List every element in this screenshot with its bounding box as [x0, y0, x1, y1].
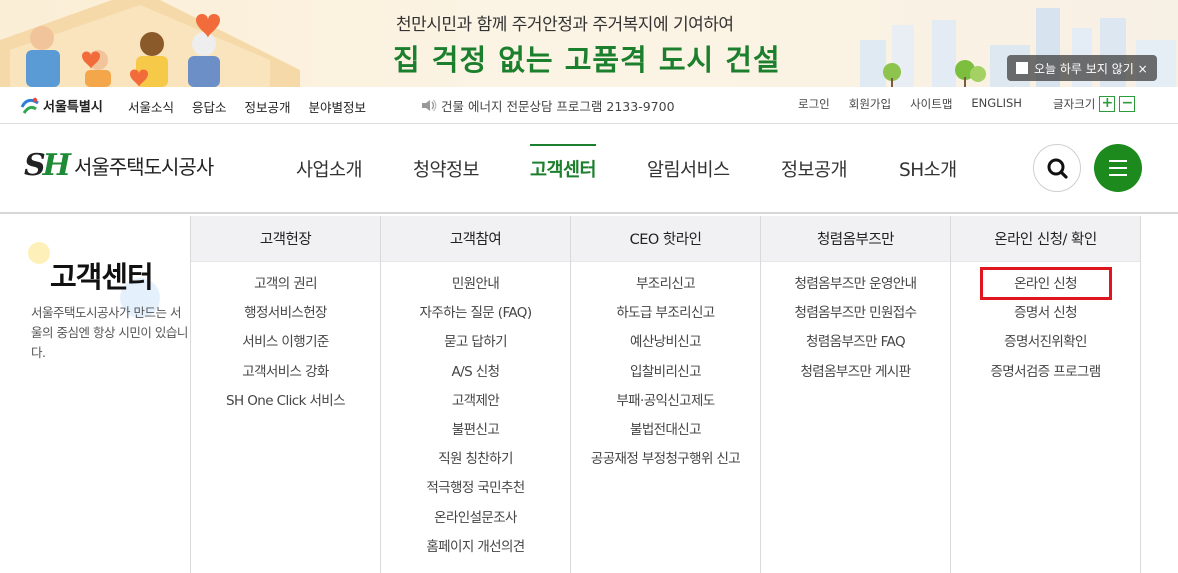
section-title: 고객센터: [50, 260, 154, 294]
menu-item[interactable]: 고객의 권리: [191, 275, 380, 304]
english-link[interactable]: ENGLISH: [971, 96, 1022, 112]
font-size-control: 글자크기 + −: [1053, 96, 1136, 112]
nav-sh-about[interactable]: SH소개: [899, 156, 957, 182]
menu-column-participation: 고객참여 민원안내 자주하는 질문 (FAQ) 묻고 답하기 A/S 신청 고객…: [380, 216, 570, 573]
sitemap-link[interactable]: 사이트맵: [910, 96, 952, 112]
column-divider: [1140, 216, 1141, 573]
sh-logo[interactable]: SH 서울주택도시공사: [24, 148, 214, 183]
all-menu-button[interactable]: [1094, 144, 1142, 192]
menu-item[interactable]: 청렴옴부즈만 FAQ: [761, 333, 950, 362]
close-today-button[interactable]: 오늘 하루 보지 않기 ×: [1007, 55, 1157, 81]
menu-item[interactable]: 적극행정 국민추천: [381, 479, 570, 508]
menu-item[interactable]: 온라인설문조사: [381, 509, 570, 538]
sh-logo-name: 서울주택도시공사: [74, 155, 214, 179]
highlight-box: 온라인 신청: [979, 267, 1112, 300]
search-icon: [1047, 158, 1068, 179]
column-heading[interactable]: 고객참여: [381, 216, 570, 262]
font-size-label: 글자크기: [1053, 97, 1096, 111]
menu-item[interactable]: 행정서비스헌장: [191, 304, 380, 333]
menu-item[interactable]: 홈페이지 개선의견: [381, 538, 570, 567]
nav-customer-center[interactable]: 고객센터: [530, 144, 597, 182]
seoul-logo-label: 서울특별시: [43, 100, 103, 115]
menu-item[interactable]: 서비스 이행기준: [191, 333, 380, 362]
nav-notification[interactable]: 알림서비스: [647, 156, 730, 182]
search-button[interactable]: [1033, 144, 1081, 192]
mega-menu: 고객헌장 고객의 권리 행정서비스헌장 서비스 이행기준 고객서비스 강화 SH…: [190, 216, 1141, 573]
login-link[interactable]: 로그인: [798, 96, 830, 112]
link-eungdapso[interactable]: 응답소: [192, 97, 227, 116]
main-header: SH 서울주택도시공사 사업소개 청약정보 고객센터 알림서비스 정보공개 SH…: [0, 124, 1178, 214]
menu-item[interactable]: 직원 칭찬하기: [381, 450, 570, 479]
utility-bar: 서울특별시 서울소식 응답소 정보공개 분야별정보 건물 에너지 전문상담 프로…: [0, 87, 1178, 124]
link-field-info[interactable]: 분야별정보: [309, 97, 367, 116]
banner-subtitle: 천만시민과 함께 주거안정과 주거복지에 기여하여: [396, 15, 734, 35]
menu-column-ombudsman: 청렴옴부즈만 청렴옴부즈만 운영안내 청렴옴부즈만 민원접수 청렴옴부즈만 FA…: [760, 216, 950, 573]
menu-item[interactable]: 불편신고: [381, 421, 570, 450]
nav-info-disclosure[interactable]: 정보공개: [781, 156, 848, 182]
sh-logo-mark: SH: [24, 148, 71, 183]
nav-subscription[interactable]: 청약정보: [413, 156, 480, 182]
menu-item[interactable]: 자주하는 질문 (FAQ): [381, 304, 570, 333]
menu-item[interactable]: 민원안내: [381, 275, 570, 304]
checkbox-icon[interactable]: [1016, 62, 1028, 74]
seoul-emblem-icon: [20, 97, 39, 114]
close-today-label: 오늘 하루 보지 않기 ×: [1034, 61, 1148, 76]
decor-circle: [28, 242, 50, 264]
link-seoul-news[interactable]: 서울소식: [128, 97, 174, 116]
menu-item[interactable]: 증명서 신청: [951, 304, 1140, 333]
nav-business[interactable]: 사업소개: [296, 156, 363, 182]
font-increase-button[interactable]: +: [1099, 96, 1116, 112]
top-banner[interactable]: 천만시민과 함께 주거안정과 주거복지에 기여하여 집 걱정 없는 고품격 도시…: [0, 0, 1178, 87]
menu-item[interactable]: A/S 신청: [381, 363, 570, 392]
notice-text: 건물 에너지 전문상담 프로그램 2133-9700: [441, 99, 675, 114]
link-info-disclosure[interactable]: 정보공개: [245, 97, 291, 116]
menu-item[interactable]: 입찰비리신고: [571, 363, 760, 392]
menu-item[interactable]: 불법전대신고: [571, 421, 760, 450]
menu-item[interactable]: 부조리신고: [571, 275, 760, 304]
section-description: 서울주택도시공사가 만드는 서울의 중심엔 항상 시민이 있습니다.: [31, 305, 188, 360]
menu-item[interactable]: 묻고 답하기: [381, 333, 570, 362]
column-heading[interactable]: 고객헌장: [191, 216, 380, 262]
menu-item[interactable]: 고객제안: [381, 392, 570, 421]
menu-item[interactable]: 증명서진위확인: [951, 333, 1140, 362]
menu-column-ceo-hotline: CEO 핫라인 부조리신고 하도급 부조리신고 예산낭비신고 입찰비리신고 부패…: [570, 216, 760, 573]
menu-item-online-application[interactable]: 온라인 신청: [951, 267, 1140, 304]
menu-item[interactable]: 예산낭비신고: [571, 333, 760, 362]
banner-headline: 집 걱정 없는 고품격 도시 건설: [393, 43, 781, 77]
menu-item[interactable]: 고객서비스 강화: [191, 363, 380, 392]
menu-item[interactable]: 공공재정 부정청구행위 신고: [571, 450, 760, 479]
menu-item[interactable]: 청렴옴부즈만 운영안내: [761, 275, 950, 304]
menu-column-online-application: 온라인 신청/ 확인 온라인 신청 증명서 신청 증명서진위확인 증명서검증 프…: [950, 216, 1140, 573]
hamburger-icon: [1109, 160, 1127, 176]
signup-link[interactable]: 회원가입: [849, 96, 891, 112]
menu-item[interactable]: 부패·공익신고제도: [571, 392, 760, 421]
menu-item[interactable]: SH One Click 서비스: [191, 392, 380, 421]
menu-item[interactable]: 증명서검증 프로그램: [951, 363, 1140, 392]
menu-item[interactable]: 청렴옴부즈만 게시판: [761, 363, 950, 392]
menu-item[interactable]: 하도급 부조리신고: [571, 304, 760, 333]
seoul-city-logo[interactable]: 서울특별시: [20, 96, 103, 115]
notice-ticker[interactable]: 건물 에너지 전문상담 프로그램 2133-9700: [421, 96, 675, 115]
section-intro: 고객센터 서울주택도시공사가 만드는 서울의 중심엔 항상 시민이 있습니다.: [0, 216, 190, 573]
font-decrease-button[interactable]: −: [1119, 96, 1136, 112]
column-heading[interactable]: CEO 핫라인: [571, 216, 760, 262]
seoul-links: 서울소식 응답소 정보공개 분야별정보: [128, 97, 366, 116]
column-heading[interactable]: 온라인 신청/ 확인: [951, 216, 1140, 262]
menu-column-charter: 고객헌장 고객의 권리 행정서비스헌장 서비스 이행기준 고객서비스 강화 SH…: [190, 216, 380, 573]
member-links: 로그인 회원가입 사이트맵 ENGLISH: [798, 96, 1022, 112]
speaker-icon: [422, 99, 437, 112]
column-heading[interactable]: 청렴옴부즈만: [761, 216, 950, 262]
family-illustration: [0, 0, 300, 87]
menu-item[interactable]: 청렴옴부즈만 민원접수: [761, 304, 950, 333]
